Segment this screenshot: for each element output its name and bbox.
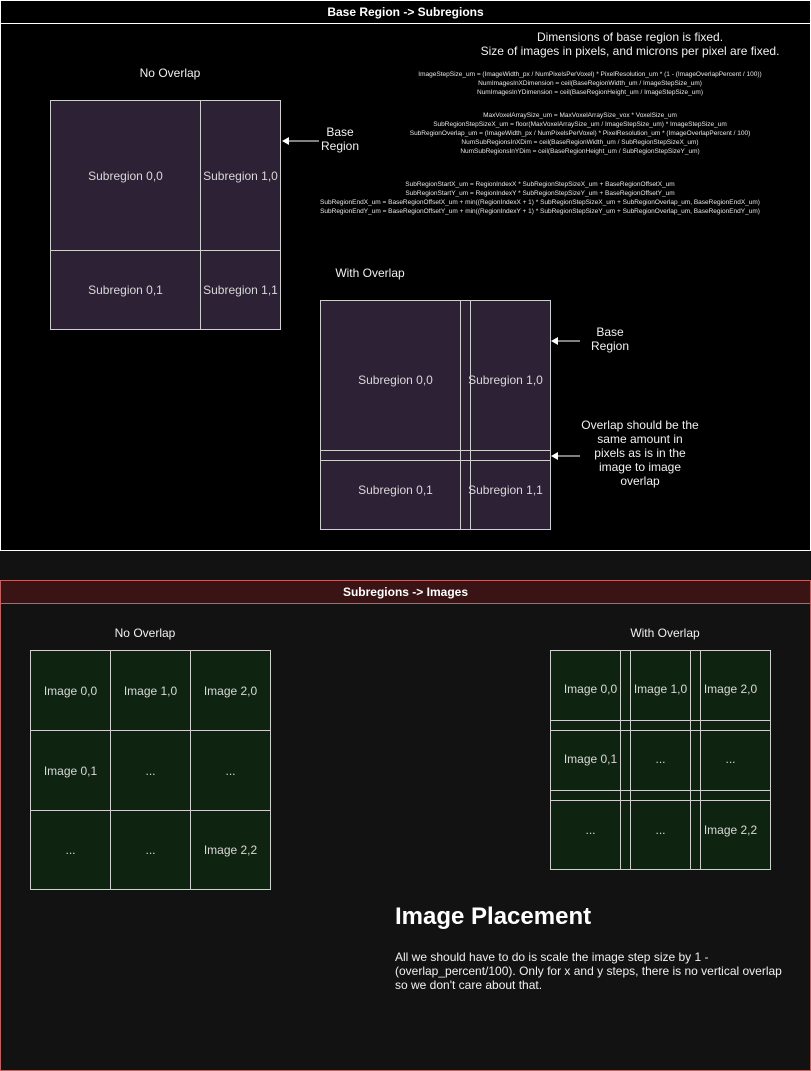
image-cell: ... xyxy=(65,843,76,857)
note-line: same amount in xyxy=(597,432,683,446)
panel-title: Subregions -> Images xyxy=(1,581,810,604)
formula-line: NumImagesInYDimension = ceil(BaseRegionH… xyxy=(477,89,703,96)
panel-title: Base Region -> Subregions xyxy=(1,1,810,24)
with-overlap-caption: With Overlap xyxy=(335,266,405,280)
subregion-cell: Subregion 0,1 xyxy=(358,483,433,497)
image-cell: Image 1,0 xyxy=(123,683,178,698)
subregion-cell: Subregion 1,1 xyxy=(203,283,278,297)
image-cell: Image 0,0 xyxy=(563,682,618,696)
image-cell: Image 0,1 xyxy=(563,752,618,766)
subregion-cell: Subregion 1,1 xyxy=(468,483,543,497)
formula-line: MaxVoxelArraySize_um = MaxVoxelArraySize… xyxy=(483,112,677,119)
image-cell: ... xyxy=(145,843,156,857)
formula-line: SubRegionStepSizeX_um = floor(MaxVoxelAr… xyxy=(433,121,727,128)
subregion-cell: Subregion 1,0 xyxy=(468,372,543,387)
image-cell: ... xyxy=(655,823,666,837)
formula-line: SubRegionStartY_um = RegionIndexY * SubR… xyxy=(405,190,675,197)
note-line: Overlap should be the xyxy=(581,418,699,432)
image-cell: Image 2,2 xyxy=(203,843,258,857)
subregion-cell: Subregion 0,0 xyxy=(88,168,163,183)
formula-line: SubRegionOverlap_um = (ImageWidth_px / N… xyxy=(409,130,751,137)
label-line: Region xyxy=(320,139,360,153)
subregion-cell: Subregion 1,0 xyxy=(203,168,278,183)
formula-line: SubRegionEndX_um = BaseRegionOffsetX_um … xyxy=(320,199,760,206)
note-line: Size of images in pixels, and microns pe… xyxy=(480,44,780,58)
image-cell: Image 1,0 xyxy=(633,682,688,696)
note-line: pixels as is in the xyxy=(594,446,686,460)
note-line: image to image xyxy=(598,460,682,474)
label-line: Base xyxy=(596,325,624,339)
formula-block-1: ImageStepSize_um = (ImageWidth_px / NumP… xyxy=(380,70,800,97)
image-cell: ... xyxy=(655,752,666,766)
image-cell: Image 2,2 xyxy=(703,823,758,837)
image-cell: ... xyxy=(585,823,596,837)
image-placement-title: Image Placement xyxy=(395,903,592,930)
image-cell: Image 0,0 xyxy=(43,683,98,698)
base-region-with-overlap: Subregion 0,0 Subregion 1,0 Subregion 0,… xyxy=(320,300,551,530)
subregion-cell: Subregion 0,1 xyxy=(88,283,163,297)
image-cell: Image 0,1 xyxy=(43,763,98,778)
image-cell: ... xyxy=(145,763,156,778)
formula-line: ImageStepSize_um = (ImageWidth_px / NumP… xyxy=(418,71,762,78)
label-line: Base xyxy=(326,125,354,139)
arrow-left-icon xyxy=(551,337,580,345)
formula-block-3: SubRegionStartX_um = RegionIndexX * SubR… xyxy=(300,180,780,216)
image-cell: ... xyxy=(225,763,236,778)
note-line: Dimensions of base region is fixed. xyxy=(536,30,724,44)
image-grid-with-overlap: Image 0,0 Image 1,0 Image 2,0 Image 0,1 … xyxy=(550,650,771,870)
image-placement-text: All we should have to do is scale the im… xyxy=(395,950,782,992)
note-line: overlap xyxy=(620,474,660,488)
image-cell: Image 2,0 xyxy=(703,682,758,696)
formula-line: NumSubRegionsInYDim = ceil(BaseRegionHei… xyxy=(460,148,700,155)
base-region-no-overlap: Subregion 0,0 Subregion 1,0 Subregion 0,… xyxy=(50,100,281,330)
formula-line: NumSubRegionsInXDim = ceil(BaseRegionWid… xyxy=(461,139,699,146)
image-cell: ... xyxy=(725,752,736,766)
fixed-dimensions-note: Dimensions of base region is fixed. Size… xyxy=(470,30,790,58)
base-region-label: Base Region xyxy=(310,125,370,153)
label-line: Region xyxy=(590,339,630,353)
subregion-cell: Subregion 0,0 xyxy=(358,372,433,387)
formula-line: SubRegionEndY_um = BaseRegionOffsetY_um … xyxy=(320,208,760,215)
with-overlap-caption: With Overlap xyxy=(630,626,700,640)
base-region-label: Base Region xyxy=(580,325,640,353)
no-overlap-caption: No Overlap xyxy=(139,66,201,80)
image-cell: Image 2,0 xyxy=(203,683,258,698)
image-grid-no-overlap: Image 0,0 Image 1,0 Image 2,0 Image 0,1 … xyxy=(30,650,271,890)
formula-line: SubRegionStartX_um = RegionIndexX * SubR… xyxy=(405,181,675,188)
formula-block-2: MaxVoxelArraySize_um = MaxVoxelArraySize… xyxy=(380,111,780,156)
overlap-note: Overlap should be the same amount in pix… xyxy=(575,418,705,488)
formula-line: NumImagesInXDimension = ceil(BaseRegionW… xyxy=(478,80,702,87)
no-overlap-caption: No Overlap xyxy=(114,626,176,640)
